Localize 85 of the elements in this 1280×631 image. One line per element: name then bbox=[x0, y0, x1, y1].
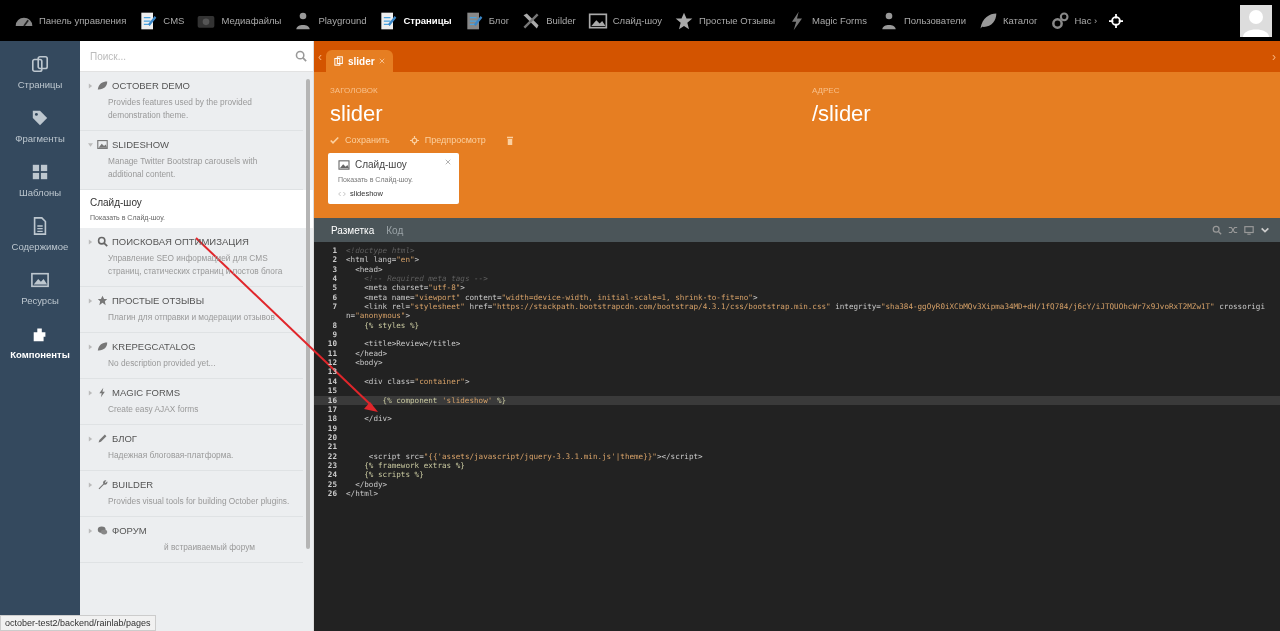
search-field[interactable]: Поиск... bbox=[80, 41, 313, 72]
mode-tab[interactable]: Разметка bbox=[326, 224, 380, 236]
star-icon bbox=[97, 295, 108, 306]
plugin-description: й встраиваемый форум bbox=[163, 541, 256, 554]
component-title: Слайд-шоу bbox=[90, 197, 143, 208]
search-icon[interactable] bbox=[1212, 225, 1222, 235]
caret-icon[interactable] bbox=[88, 297, 93, 304]
plugin-description: No description provided yet... bbox=[107, 357, 217, 370]
plugin-title[interactable]: SLIDESHOW bbox=[112, 139, 169, 150]
copy-icon bbox=[31, 55, 49, 73]
checklist-icon bbox=[378, 10, 399, 31]
chat-icon bbox=[97, 525, 108, 536]
monitor-icon[interactable] bbox=[1244, 225, 1254, 235]
caret-icon[interactable] bbox=[88, 435, 93, 442]
caret-icon[interactable] bbox=[88, 481, 93, 488]
nav-item[interactable]: Медиафайлы bbox=[190, 10, 288, 31]
copy-icon bbox=[334, 56, 344, 66]
side-nav-item[interactable]: Фрагменты bbox=[0, 109, 80, 144]
chevron-down-icon[interactable] bbox=[1260, 225, 1270, 235]
side-nav-item[interactable]: Компоненты bbox=[0, 325, 80, 360]
avatar-icon[interactable] bbox=[1240, 4, 1272, 37]
caret-icon[interactable] bbox=[88, 343, 93, 350]
nav-item[interactable]: Каталог bbox=[971, 10, 1044, 31]
plugin-description: Manage Twitter Bootstrap carousels with additional content. bbox=[107, 155, 259, 181]
nav-item[interactable]: Пользователи bbox=[872, 10, 972, 31]
search-icon bbox=[97, 236, 108, 247]
nav-item[interactable]: Страницы bbox=[372, 10, 458, 31]
trash-icon[interactable] bbox=[505, 135, 514, 145]
crosshair-icon bbox=[409, 135, 419, 145]
picture-icon bbox=[97, 139, 108, 150]
scrollbar[interactable] bbox=[306, 79, 310, 549]
code-editor[interactable] bbox=[314, 242, 1280, 631]
shuffle-icon[interactable] bbox=[1228, 225, 1238, 235]
nav-item[interactable]: Playground bbox=[287, 10, 373, 31]
plugin-description: Provides features used by the provided demonstration theme. bbox=[107, 96, 253, 122]
document-pen-icon bbox=[138, 10, 159, 31]
plugin-title[interactable]: BUILDER bbox=[112, 479, 154, 490]
status-url-tooltip: october-test2/backend/rainlab/pages bbox=[0, 615, 156, 631]
caret-icon[interactable] bbox=[88, 238, 93, 245]
code-icon bbox=[338, 190, 346, 197]
search-input[interactable]: Поиск... bbox=[88, 49, 295, 63]
nav-item[interactable]: Слайд-шоу bbox=[581, 10, 668, 31]
close-icon[interactable] bbox=[378, 58, 385, 64]
picture-icon bbox=[338, 159, 350, 170]
caret-icon[interactable] bbox=[88, 141, 93, 148]
close-icon[interactable] bbox=[445, 159, 451, 165]
check-icon bbox=[330, 135, 339, 145]
nav-item[interactable]: Панель управления bbox=[8, 10, 133, 31]
plugin-description: Create easy AJAX forms bbox=[107, 403, 200, 416]
crosshair-icon[interactable] bbox=[1109, 13, 1124, 28]
nav-item[interactable]: CMS bbox=[132, 10, 191, 31]
search-icon bbox=[295, 50, 307, 62]
grid-icon bbox=[31, 163, 49, 181]
tag-icon bbox=[31, 109, 49, 127]
leaf-icon bbox=[97, 341, 108, 352]
plugin-title[interactable]: БЛОГ bbox=[112, 433, 137, 444]
side-nav-item[interactable]: Страницы bbox=[0, 55, 80, 90]
nav-item[interactable]: Builder bbox=[515, 10, 582, 31]
wrench-icon bbox=[97, 479, 108, 490]
plugin-title[interactable]: ПРОСТЫЕ ОТЗЫВЫ bbox=[112, 295, 205, 306]
document-icon bbox=[31, 217, 49, 235]
field-label: АДРЕС bbox=[812, 86, 841, 95]
plugin-description: Надежная блоговая-платформа. bbox=[107, 449, 235, 462]
plugin-title[interactable]: ФОРУМ bbox=[112, 525, 147, 536]
nav-item[interactable]: Нас › bbox=[1043, 10, 1104, 31]
plugin-description: Плагин для отправки и модерации отзывов bbox=[107, 311, 276, 324]
caret-icon[interactable] bbox=[88, 389, 93, 396]
side-nav-item[interactable]: Ресурсы bbox=[0, 271, 80, 306]
picture-icon bbox=[31, 271, 49, 289]
nav-item[interactable]: Простые Отзывы bbox=[668, 10, 782, 31]
side-nav-item[interactable]: Шаблоны bbox=[0, 163, 80, 198]
nav-item[interactable]: Блог bbox=[457, 10, 516, 31]
leaf-icon bbox=[97, 80, 108, 91]
plugin-title[interactable]: OCTOBER DEMO bbox=[112, 80, 190, 91]
plugin-description: Provides visual tools for building October plugins. bbox=[107, 495, 291, 508]
plugin-title[interactable]: MAGIC FORMS bbox=[112, 387, 181, 398]
card-title: Слайд-шоу bbox=[355, 159, 408, 170]
nav-item[interactable]: Magic Forms bbox=[781, 10, 873, 31]
caret-icon[interactable] bbox=[88, 527, 93, 534]
plugin-title[interactable]: KREPEGCATALOG bbox=[112, 341, 196, 352]
gears-icon bbox=[1049, 10, 1070, 31]
pencil-icon bbox=[97, 433, 108, 444]
field-label: ЗАГОЛОВОК bbox=[330, 86, 379, 95]
caret-icon[interactable] bbox=[88, 82, 93, 89]
side-nav-item[interactable]: Содержимое bbox=[0, 217, 80, 252]
